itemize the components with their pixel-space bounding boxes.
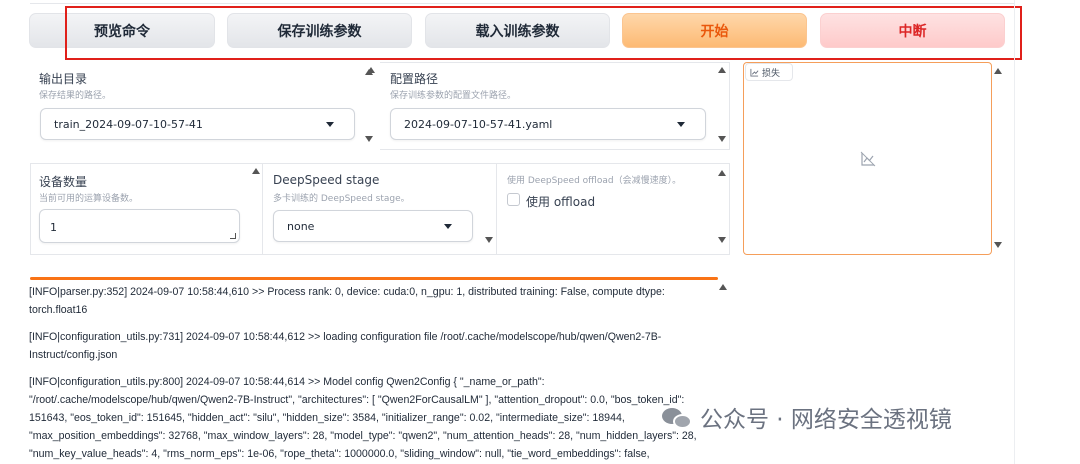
device-count-label: 设备数量	[39, 175, 88, 189]
watermark: 公众号 · 网络安全透视镜	[660, 400, 952, 434]
chart-placeholder-icon	[860, 151, 876, 167]
offload-hint: 使用 DeepSpeed offload（会减慢速度）。	[507, 176, 682, 186]
resize-handle-icon[interactable]	[230, 233, 236, 239]
top-divider	[30, 0, 1014, 4]
deepspeed-stage-select[interactable]: none	[273, 210, 473, 242]
output-dir-select[interactable]: train_2024-09-07-10-57-41	[40, 108, 355, 140]
loss-plot-tag-label: 损失	[762, 68, 781, 79]
scroll-up-icon[interactable]	[252, 168, 260, 174]
output-dir-value: train_2024-09-07-10-57-41	[54, 118, 203, 131]
offload-field: 使用 DeepSpeed offload（会减慢速度）。 使用 offload	[497, 163, 730, 255]
wechat-icon	[660, 405, 694, 429]
chevron-down-icon	[326, 122, 334, 127]
watermark-text: 公众号 · 网络安全透视镜	[700, 407, 952, 433]
output-dir-label: 输出目录	[39, 72, 88, 86]
log-line: [INFO|parser.py:352] 2024-09-07 10:58:44…	[29, 286, 665, 316]
device-count-hint: 当前可用的运算设备数。	[39, 194, 139, 204]
training-log: [INFO|parser.py:352] 2024-09-07 10:58:44…	[29, 283, 719, 464]
log-progress-bar	[30, 277, 718, 280]
scroll-up-icon[interactable]	[994, 68, 1002, 74]
deepspeed-stage-hint: 多卡训练的 DeepSpeed stage。	[273, 194, 410, 204]
config-path-value: 2024-09-07-10-57-41.yaml	[404, 118, 553, 131]
config-path-hint: 保存训练参数的配置文件路径。	[390, 91, 517, 101]
offload-checkbox-label[interactable]: 使用 offload	[526, 193, 595, 210]
deepspeed-stage-value: none	[287, 220, 315, 233]
scroll-down-icon[interactable]	[718, 237, 726, 243]
config-path-field: 配置路径 保存训练参数的配置文件路径。 2024-09-07-10-57-41.…	[365, 62, 730, 150]
chevron-down-icon	[677, 122, 685, 127]
config-path-select[interactable]: 2024-09-07-10-57-41.yaml	[390, 108, 706, 140]
output-dir-hint: 保存结果的路径。	[39, 91, 112, 101]
device-count-value: 1	[50, 221, 57, 234]
chart-icon	[750, 68, 759, 77]
scroll-up-icon[interactable]	[365, 69, 373, 75]
log-line: [INFO|configuration_utils.py:731] 2024-0…	[29, 331, 662, 361]
deepspeed-stage-label: DeepSpeed stage	[273, 173, 380, 187]
config-path-label: 配置路径	[390, 72, 439, 86]
right-divider	[1014, 0, 1015, 464]
log-line: [INFO|configuration_utils.py:800] 2024-0…	[29, 376, 697, 460]
scroll-up-icon[interactable]	[719, 284, 727, 290]
loss-plot-tag: 损失	[745, 63, 793, 81]
chevron-down-icon	[444, 224, 452, 229]
scroll-down-icon[interactable]	[994, 242, 1002, 248]
scroll-up-icon[interactable]	[718, 67, 726, 73]
offload-checkbox[interactable]	[507, 193, 520, 206]
deepspeed-stage-field: DeepSpeed stage 多卡训练的 DeepSpeed stage。 n…	[263, 163, 497, 255]
scroll-down-icon[interactable]	[485, 237, 493, 243]
scroll-down-icon[interactable]	[365, 136, 373, 142]
scroll-up-icon[interactable]	[718, 170, 726, 176]
device-count-input[interactable]: 1	[39, 209, 240, 243]
output-dir-field: 输出目录 保存结果的路径。 train_2024-09-07-10-57-41	[30, 62, 380, 150]
annotation-highlight-box	[65, 6, 1022, 60]
scroll-down-icon[interactable]	[718, 136, 726, 142]
